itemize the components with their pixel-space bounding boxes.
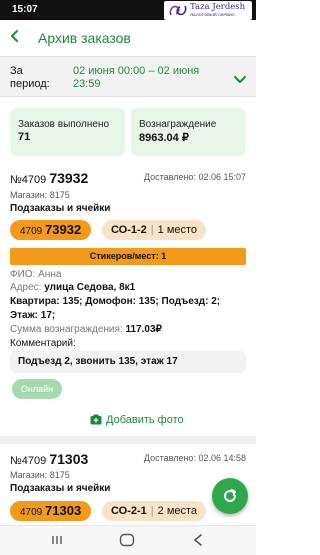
cell-chip[interactable]: СО-2-1 | 2 места	[102, 501, 207, 521]
stat-reward: Вознаграждение 8963.04 ₽	[131, 108, 246, 156]
stat-value: 71	[18, 131, 31, 143]
camera-plus-icon	[90, 414, 102, 425]
status-time: 15:07	[12, 4, 38, 15]
places-count: 2 места	[157, 505, 198, 517]
floor-line: Этаж: 17;	[10, 309, 55, 322]
cell-chip[interactable]: СО-1-2 | 1 место	[102, 220, 207, 240]
online-badge: Онлайн	[12, 379, 62, 399]
order-number: №4709 73932	[10, 170, 88, 186]
address-label: Адрес:	[10, 282, 42, 293]
order-code-chip[interactable]: 4709 71303	[10, 501, 92, 521]
code-prefix: 4709	[20, 507, 43, 518]
order-card[interactable]: №4709 73932 Доставлено: 02.06 15:07 Мага…	[10, 170, 246, 432]
order-number-main: 71303	[49, 451, 89, 467]
order-number-prefix: №4709	[10, 455, 47, 467]
period-value: 02 июня 00:00 – 02 июня 23:59	[73, 65, 200, 90]
address-value: улица Седова, 8к1	[44, 282, 136, 293]
floor-value: Этаж: 17;	[10, 310, 56, 321]
code-main: 73932	[45, 222, 82, 237]
reward-value: 117.03₽	[125, 324, 162, 335]
stat-label: Заказов выполнено	[18, 119, 110, 130]
cell-code: СО-2-1	[111, 505, 147, 517]
refresh-icon	[224, 489, 236, 502]
home-icon[interactable]	[119, 533, 135, 552]
address-line: Адрес: улица Седова, 8к1	[10, 281, 135, 294]
app-bar: Архив заказов	[0, 20, 256, 56]
code-main: 71303	[45, 503, 82, 518]
system-nav-bar	[0, 525, 256, 555]
stat-label: Вознаграждение	[139, 119, 217, 130]
fio-label: ФИО:	[10, 269, 36, 280]
period-label: За период:	[10, 65, 50, 90]
stat-value: 8963.04 ₽	[139, 132, 189, 144]
order-card[interactable]: №4709 71303 Доставлено: 02.06 14:58 Мага…	[10, 451, 246, 525]
order-number-prefix: №4709	[10, 174, 47, 186]
subtitle: Подзаказы и ячейки	[10, 203, 111, 214]
logo-brand-text: Taza Jerdesh	[190, 2, 246, 12]
shop-label: Магазин: 8175	[10, 470, 70, 480]
order-code-chip[interactable]: 4709 73932	[10, 220, 92, 240]
add-photo-label: Добавить фото	[106, 414, 184, 426]
shop-label: Магазин: 8175	[10, 190, 70, 200]
chevron-down-icon[interactable]	[234, 71, 246, 89]
apartment-value: Квартира: 135; Домофон: 135; Подъезд: 2;	[10, 296, 221, 307]
logo-mark-icon	[169, 5, 187, 16]
delivered-time: Доставлено: 02.06 15:07	[143, 172, 246, 182]
reward-line: Сумма вознаграждения: 117.03₽	[10, 323, 162, 336]
cell-code: СО-1-2	[111, 224, 147, 236]
back-nav-icon[interactable]	[192, 533, 204, 552]
taza-jerdesh-logo: Taza Jerdesh НАЛОГОВЫЙ СЕРВИС	[164, 1, 252, 20]
places-count: 1 место	[157, 224, 198, 236]
status-bar: 15:07 Taza Jerdesh НАЛОГОВЫЙ СЕРВИС	[0, 0, 256, 20]
back-arrow-icon[interactable]	[8, 29, 22, 48]
comment-box: Подъезд 2, звонить 135, этаж 17	[10, 351, 246, 373]
period-selector[interactable]: За период: 02 июня 00:00 – 02 июня 23:59	[0, 56, 256, 97]
divider	[0, 436, 256, 444]
order-number: №4709 71303	[10, 451, 88, 467]
apartment-line: Квартира: 135; Домофон: 135; Подъезд: 2;	[10, 295, 220, 308]
reward-label: Сумма вознаграждения:	[10, 324, 123, 335]
delivered-time: Доставлено: 02.06 14:58	[143, 453, 246, 463]
subtitle: Подзаказы и ячейки	[10, 483, 111, 494]
recent-apps-icon[interactable]	[50, 533, 64, 552]
order-number-main: 73932	[49, 170, 89, 186]
comment-label: Комментарий:	[10, 338, 76, 349]
add-photo-button[interactable]: Добавить фото	[90, 414, 184, 426]
page-title: Архив заказов	[38, 30, 131, 46]
fio-line: ФИО: Анна	[10, 268, 61, 281]
refresh-button[interactable]	[212, 478, 248, 514]
stat-orders-completed: Заказов выполнено 71	[10, 108, 125, 156]
code-prefix: 4709	[20, 226, 43, 237]
fio-value: Анна	[38, 269, 62, 280]
logo-tagline: НАЛОГОВЫЙ СЕРВИС	[190, 12, 235, 17]
stickers-bar: Стикеров/мест: 1	[10, 248, 246, 265]
